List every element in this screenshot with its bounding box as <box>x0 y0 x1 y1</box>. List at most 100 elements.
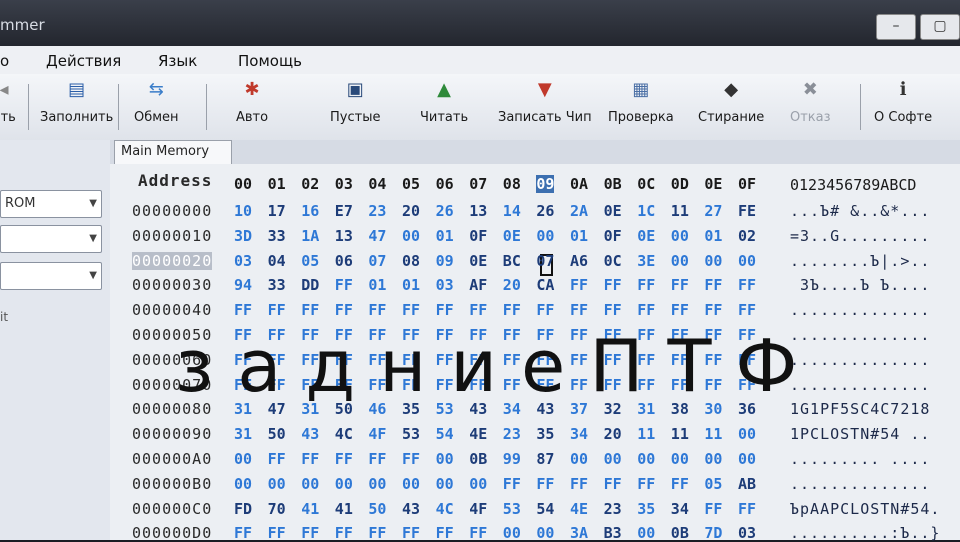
hex-byte[interactable]: 23 <box>368 202 386 220</box>
hex-byte[interactable]: BC <box>503 252 521 270</box>
hex-byte[interactable]: FF <box>268 301 286 319</box>
hex-byte[interactable]: 20 <box>503 276 521 294</box>
hex-byte[interactable]: 26 <box>536 202 554 220</box>
hex-byte[interactable]: 94 <box>234 276 252 294</box>
hex-byte[interactable]: FF <box>570 276 588 294</box>
hex-byte[interactable]: 00 <box>536 227 554 245</box>
hex-byte[interactable]: FF <box>671 475 689 493</box>
hex-byte[interactable]: 0E <box>604 202 622 220</box>
menu-file[interactable]: о <box>0 52 9 70</box>
hex-byte[interactable]: 07 <box>368 252 386 270</box>
hex-byte[interactable]: 47 <box>368 227 386 245</box>
hex-byte[interactable]: FF <box>301 301 319 319</box>
hex-byte[interactable]: FF <box>503 475 521 493</box>
hex-byte[interactable]: 13 <box>469 202 487 220</box>
hex-byte[interactable]: FF <box>604 475 622 493</box>
toolbar-button-7[interactable]: ▦ Проверка <box>608 78 674 125</box>
hex-byte[interactable]: 00 <box>268 475 286 493</box>
hex-byte[interactable]: 0E <box>469 252 487 270</box>
hex-byte[interactable]: FF <box>637 475 655 493</box>
hex-byte[interactable]: AF <box>469 276 487 294</box>
hex-byte[interactable]: 01 <box>436 227 454 245</box>
hex-byte[interactable]: 00 <box>335 475 353 493</box>
hex-byte[interactable]: FF <box>671 301 689 319</box>
hex-byte[interactable]: FF <box>536 301 554 319</box>
hex-byte[interactable]: FF <box>469 301 487 319</box>
hex-byte[interactable]: 31 <box>234 425 252 443</box>
ascii-row[interactable]: ......... .... <box>790 450 930 468</box>
hex-byte[interactable]: 11 <box>704 425 722 443</box>
hex-byte[interactable]: CA <box>536 276 554 294</box>
hex-byte[interactable]: 00 <box>738 252 756 270</box>
hex-byte[interactable]: 3D <box>234 227 252 245</box>
hex-byte[interactable]: 08 <box>402 252 420 270</box>
ascii-row[interactable]: ..........:Ъ..} <box>790 524 940 542</box>
hex-byte[interactable]: A6 <box>570 252 588 270</box>
hex-byte[interactable]: 01 <box>368 276 386 294</box>
hex-byte[interactable]: 43 <box>402 500 420 518</box>
hex-byte[interactable]: 13 <box>335 227 353 245</box>
hex-byte[interactable]: FF <box>469 524 487 542</box>
hex-byte[interactable]: 87 <box>536 450 554 468</box>
hex-byte[interactable]: 00 <box>402 227 420 245</box>
hex-byte[interactable]: 03 <box>234 252 252 270</box>
hex-byte[interactable]: 1C <box>637 202 655 220</box>
hex-byte[interactable]: FF <box>704 301 722 319</box>
hex-byte[interactable]: 27 <box>704 202 722 220</box>
minimize-button[interactable]: – <box>876 14 916 40</box>
hex-byte[interactable]: DD <box>301 276 319 294</box>
hex-byte[interactable]: FF <box>637 276 655 294</box>
toolbar-button-2[interactable]: ⇆ Обмен <box>134 78 179 125</box>
hex-byte[interactable]: FF <box>637 301 655 319</box>
menu-language[interactable]: Язык <box>158 52 197 70</box>
hex-byte[interactable]: 1A <box>301 227 319 245</box>
hex-byte[interactable]: 33 <box>268 227 286 245</box>
hex-byte[interactable]: 4C <box>335 425 353 443</box>
hex-byte[interactable]: 50 <box>268 425 286 443</box>
hex-byte[interactable]: 33 <box>268 276 286 294</box>
hex-byte[interactable]: 34 <box>671 500 689 518</box>
hex-byte[interactable]: 07 <box>536 252 554 270</box>
hex-byte[interactable]: 03 <box>738 524 756 542</box>
hex-byte[interactable]: FF <box>503 301 521 319</box>
hex-byte[interactable]: 11 <box>637 425 655 443</box>
hex-byte[interactable]: 20 <box>604 425 622 443</box>
device-combo[interactable]: ROM ▼ <box>0 190 102 218</box>
ascii-row[interactable]: ЪpAAPCLOSTN#54. <box>790 500 940 518</box>
hex-byte[interactable]: FF <box>234 301 252 319</box>
hex-byte[interactable]: FF <box>368 450 386 468</box>
hex-byte[interactable]: 14 <box>503 202 521 220</box>
hex-byte[interactable]: FF <box>368 301 386 319</box>
hex-byte[interactable]: FF <box>738 276 756 294</box>
maximize-button[interactable]: ▢ <box>920 14 960 40</box>
hex-byte[interactable]: FF <box>604 301 622 319</box>
menu-actions[interactable]: Действия <box>46 52 121 70</box>
hex-byte[interactable]: 53 <box>402 425 420 443</box>
hex-byte[interactable]: 00 <box>570 450 588 468</box>
hex-byte[interactable]: 03 <box>436 276 454 294</box>
hex-byte[interactable]: 4F <box>469 500 487 518</box>
hex-byte[interactable]: FF <box>335 524 353 542</box>
hex-byte[interactable]: 00 <box>301 475 319 493</box>
hex-byte[interactable]: 04 <box>268 252 286 270</box>
hex-byte[interactable]: 00 <box>436 450 454 468</box>
hex-byte[interactable]: 00 <box>671 252 689 270</box>
hex-byte[interactable]: 2A <box>570 202 588 220</box>
hex-byte[interactable]: 00 <box>704 252 722 270</box>
hex-byte[interactable]: 00 <box>637 524 655 542</box>
hex-byte[interactable]: FF <box>268 450 286 468</box>
hex-byte[interactable]: FF <box>570 301 588 319</box>
hex-byte[interactable]: 23 <box>604 500 622 518</box>
hex-byte[interactable]: FF <box>402 524 420 542</box>
hex-byte[interactable]: 00 <box>671 450 689 468</box>
hex-byte[interactable]: 00 <box>738 450 756 468</box>
hex-byte[interactable]: 0F <box>604 227 622 245</box>
toolbar-button-0[interactable]: ◂ ить <box>0 78 16 125</box>
hex-byte[interactable]: FF <box>234 524 252 542</box>
hex-byte[interactable]: 00 <box>738 425 756 443</box>
hex-byte[interactable]: B3 <box>604 524 622 542</box>
hex-byte[interactable]: 11 <box>671 425 689 443</box>
option-combo-2[interactable]: ▼ <box>0 262 102 290</box>
hex-byte[interactable]: 54 <box>436 425 454 443</box>
hex-byte[interactable]: 17 <box>268 202 286 220</box>
